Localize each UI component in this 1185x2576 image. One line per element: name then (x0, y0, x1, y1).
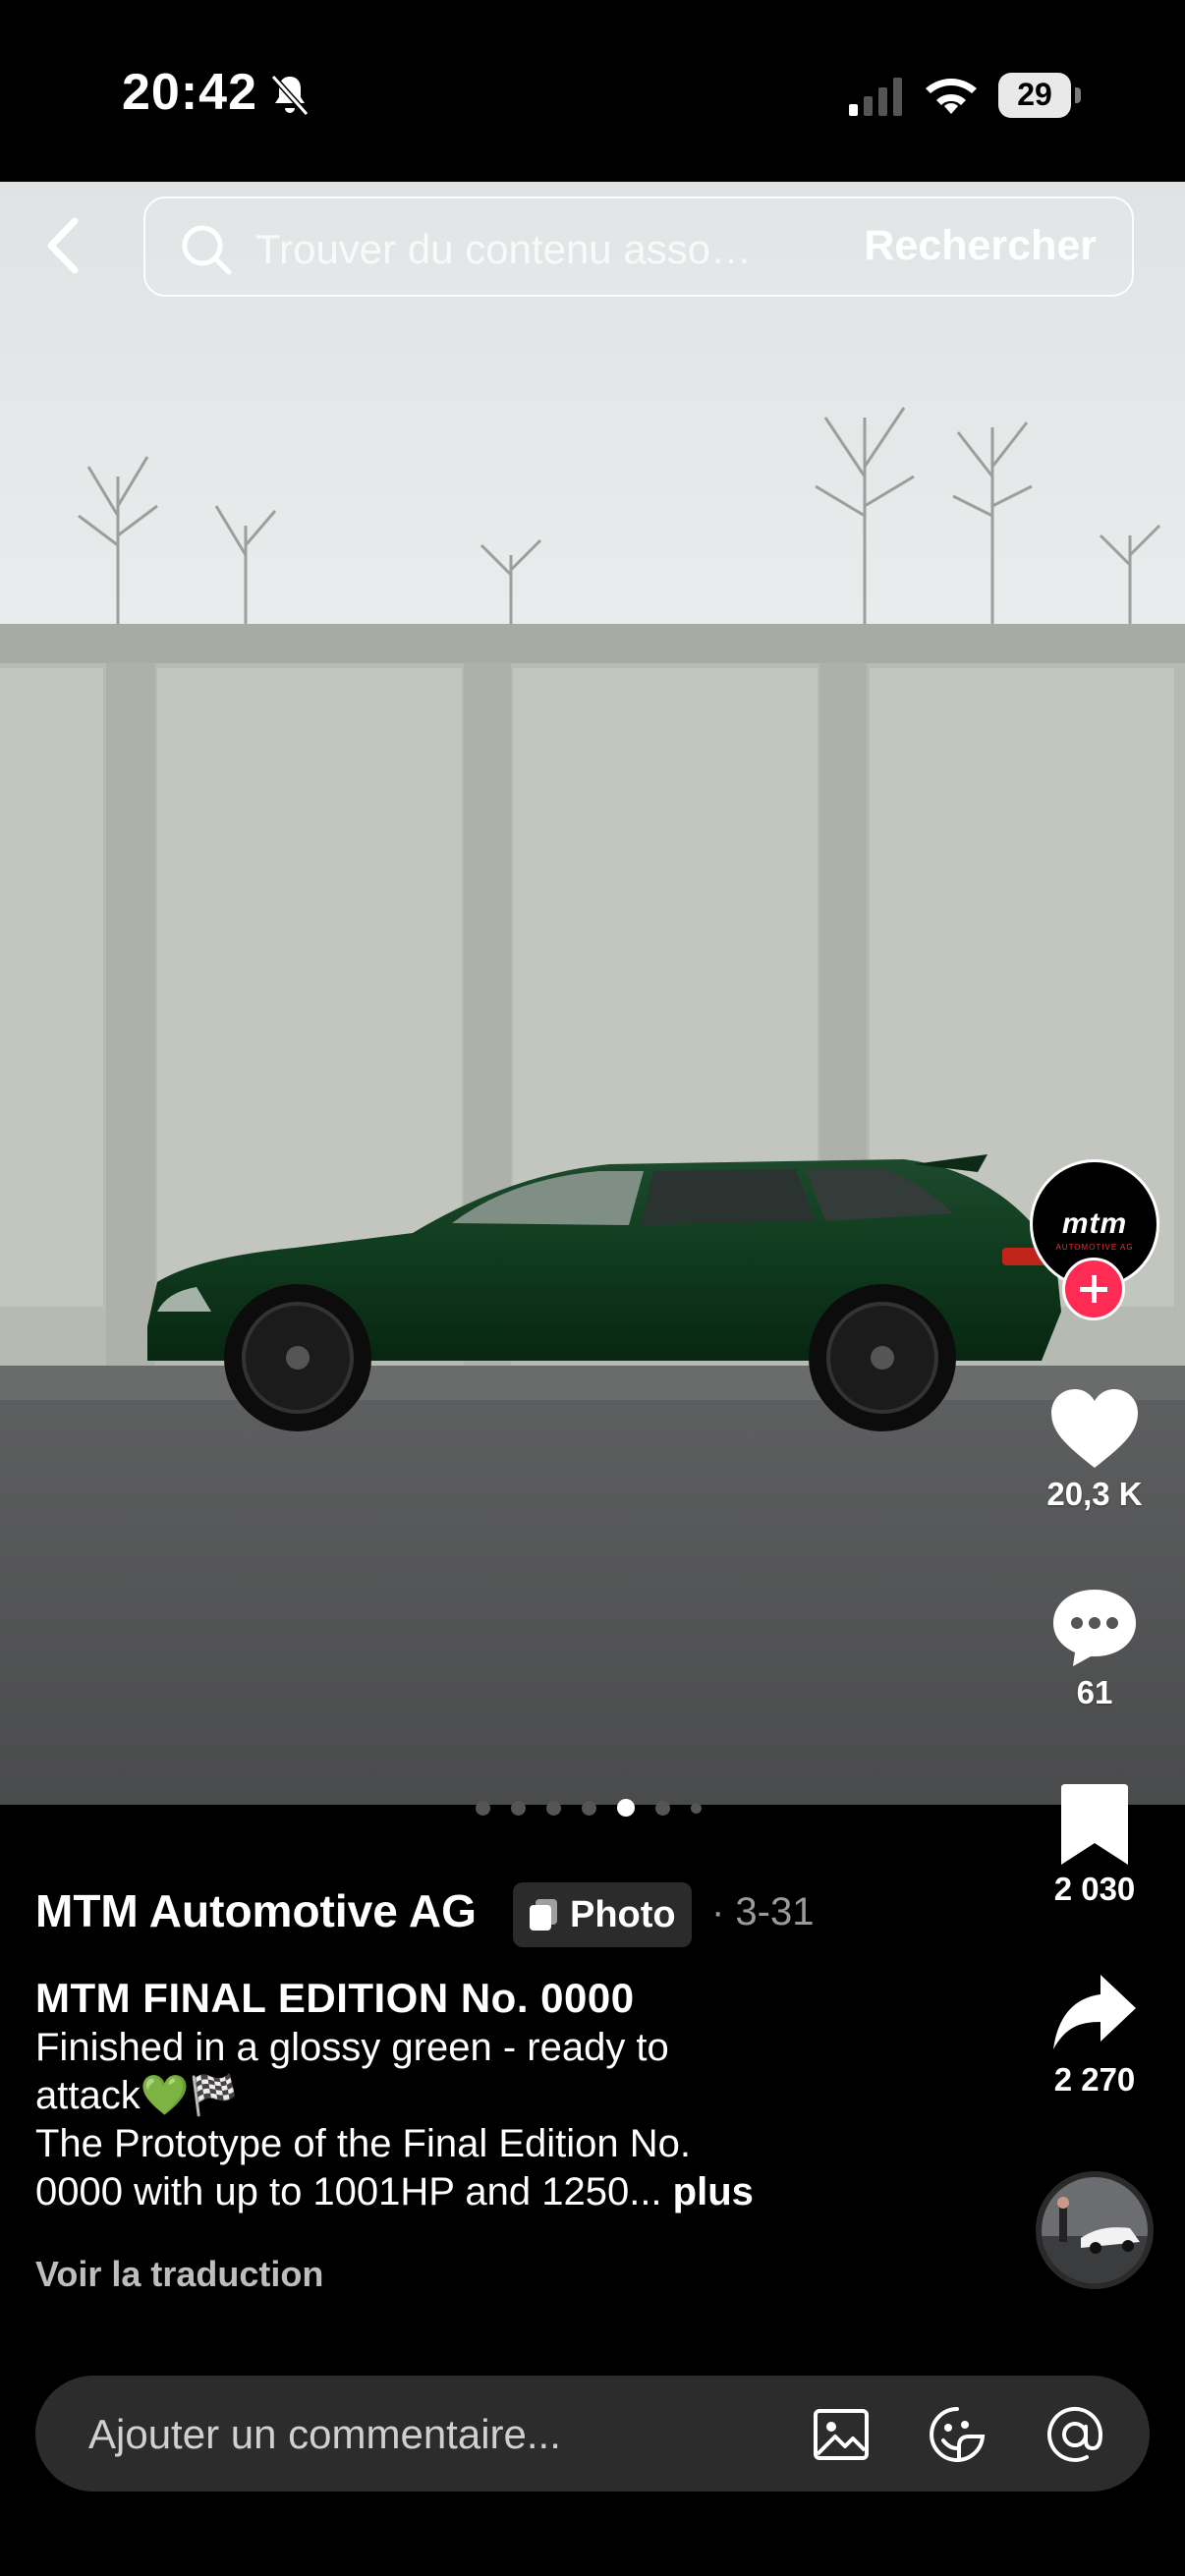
back-chevron-icon[interactable] (35, 211, 94, 280)
share-arrow-icon (1053, 1975, 1136, 2049)
music-disc-image (1042, 2177, 1148, 2283)
music-disc-avatar[interactable] (1036, 2171, 1154, 2289)
status-bar: 20:42 29 (0, 0, 1185, 182)
comment-count: 61 (1076, 1674, 1113, 1710)
bookmark-action[interactable]: 2 030 (1026, 1780, 1163, 1908)
share-action[interactable]: 2 270 (1026, 1971, 1163, 2099)
translate-link[interactable]: Voir la traduction (35, 2254, 323, 2295)
carousel-dot (546, 1800, 561, 1816)
photo-type-badge: Photo (513, 1882, 692, 1947)
photo-badge-label: Photo (570, 1893, 676, 1935)
bookmark-icon (1061, 1784, 1128, 1865)
wifi-icon (926, 79, 977, 114)
avatar-logo: mtm (1061, 1207, 1128, 1240)
caption-line: Finished in a glossy green - ready to (35, 2026, 669, 2069)
carousel-dot (511, 1800, 526, 1816)
cellular-signal-icon (849, 78, 902, 116)
caption-line-last: 0000 with up to 1001HP and 1250... plus (35, 2168, 900, 2216)
comment-bar[interactable] (35, 2376, 1150, 2492)
battery-nub (1075, 87, 1081, 103)
carousel-dot-active (617, 1799, 635, 1817)
bookmark-count: 2 030 (1053, 1871, 1136, 1907)
mention-at-icon[interactable] (1044, 2403, 1106, 2466)
comment-input[interactable] (86, 2403, 778, 2466)
more-link[interactable]: plus (673, 2170, 754, 2213)
carousel-dot (582, 1800, 596, 1816)
comment-action[interactable]: 61 (1026, 1584, 1163, 1711)
comment-bubble-icon (1053, 1590, 1136, 1666)
post-date: · 3-31 (711, 1890, 815, 1933)
like-count: 20,3 K (1046, 1476, 1143, 1512)
search-input[interactable] (254, 220, 808, 279)
car-photo-illustration (0, 182, 1185, 1805)
carousel-dot (655, 1800, 670, 1816)
search-button[interactable]: Rechercher (864, 222, 1097, 270)
status-time: 20:42 (122, 64, 257, 121)
carousel-dot (691, 1802, 702, 1814)
caption-line: 0000 with up to 1001HP and 1250... (35, 2170, 662, 2213)
caption-line: attack💚🏁 (35, 2074, 239, 2117)
follow-button[interactable] (1062, 1258, 1125, 1320)
image-icon[interactable] (810, 2403, 873, 2466)
post-title: MTM FINAL EDITION No. 0000 (35, 1975, 635, 2021)
photo-stack-icon (530, 1899, 557, 1931)
bell-muted-icon (270, 74, 310, 117)
post-caption[interactable]: Finished in a glossy green - ready to at… (35, 2024, 900, 2216)
like-action[interactable]: 20,3 K (1026, 1385, 1163, 1513)
search-bar[interactable]: Rechercher (143, 196, 1134, 297)
battery-level: 29 (1017, 77, 1052, 112)
carousel-dot (476, 1800, 490, 1816)
avatar-logo-sub: AUTOMOTIVE AG (1055, 1243, 1134, 1252)
post-photo[interactable] (0, 182, 1185, 1805)
share-count: 2 270 (1053, 2061, 1136, 2098)
carousel-indicator (476, 1798, 702, 1818)
search-icon (182, 225, 232, 275)
battery-indicator: 29 (998, 73, 1083, 118)
author-name[interactable]: MTM Automotive AG (35, 1884, 477, 1937)
heart-icon (1051, 1389, 1138, 1468)
caption-line: The Prototype of the Final Edition No. (35, 2122, 692, 2165)
sticker-emoji-icon[interactable] (926, 2403, 988, 2466)
